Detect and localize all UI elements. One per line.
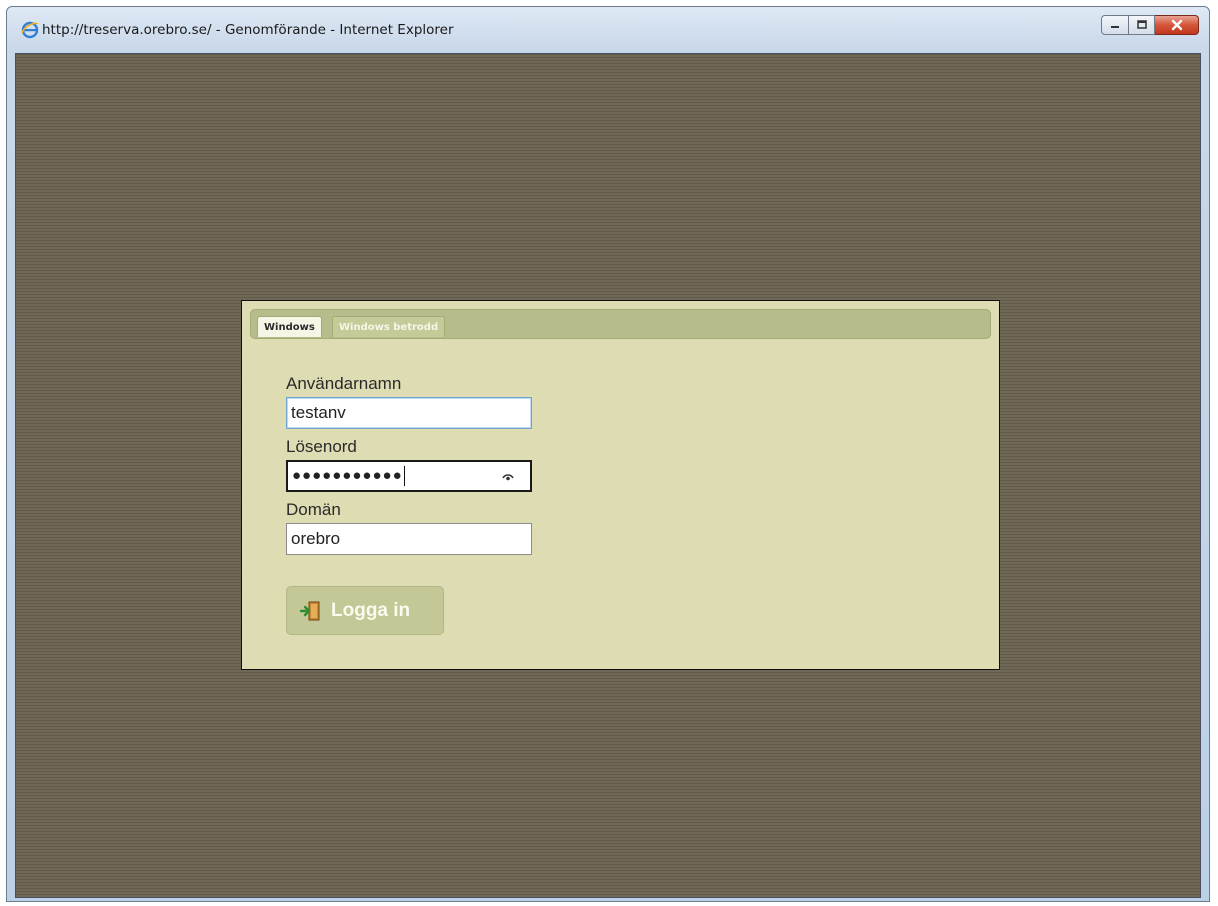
login-button[interactable]: Logga in <box>286 586 444 635</box>
internet-explorer-icon <box>21 21 39 39</box>
caption-buttons <box>1101 15 1199 37</box>
browser-window: http://treserva.orebro.se/ - Genomförand… <box>6 6 1210 902</box>
login-button-label: Logga in <box>331 599 411 621</box>
exit-door-icon <box>299 601 320 620</box>
domain-label: Domän <box>286 500 341 519</box>
username-input[interactable]: testanv <box>286 397 532 429</box>
login-tabs: Windows Windows betrodd <box>250 309 991 339</box>
username-label: Användarnamn <box>286 374 402 393</box>
eye-icon[interactable] <box>502 472 514 482</box>
tab-windows-betrodd[interactable]: Windows betrodd <box>332 316 446 337</box>
minimize-icon <box>1111 26 1119 28</box>
password-value: ●●●●●●●●●●● <box>292 467 403 484</box>
login-panel: Windows Windows betrodd Användarnamn tes… <box>241 300 1000 670</box>
text-caret <box>403 466 405 487</box>
close-icon <box>1171 19 1182 31</box>
page-content: Windows Windows betrodd Användarnamn tes… <box>15 53 1201 898</box>
domain-value: orebro <box>291 529 341 548</box>
window-title: http://treserva.orebro.se/ - Genomförand… <box>42 22 454 38</box>
maximize-button[interactable] <box>1129 15 1155 35</box>
username-value: testanv <box>291 403 346 422</box>
maximize-icon <box>1136 20 1147 29</box>
close-button[interactable] <box>1155 15 1199 35</box>
domain-input[interactable]: orebro <box>286 523 532 555</box>
minimize-button[interactable] <box>1101 15 1129 35</box>
tab-windows[interactable]: Windows <box>257 316 322 337</box>
password-input[interactable]: ●●●●●●●●●●● <box>286 460 532 492</box>
password-label: Lösenord <box>286 437 357 456</box>
title-bar[interactable]: http://treserva.orebro.se/ - Genomförand… <box>7 7 1209 53</box>
